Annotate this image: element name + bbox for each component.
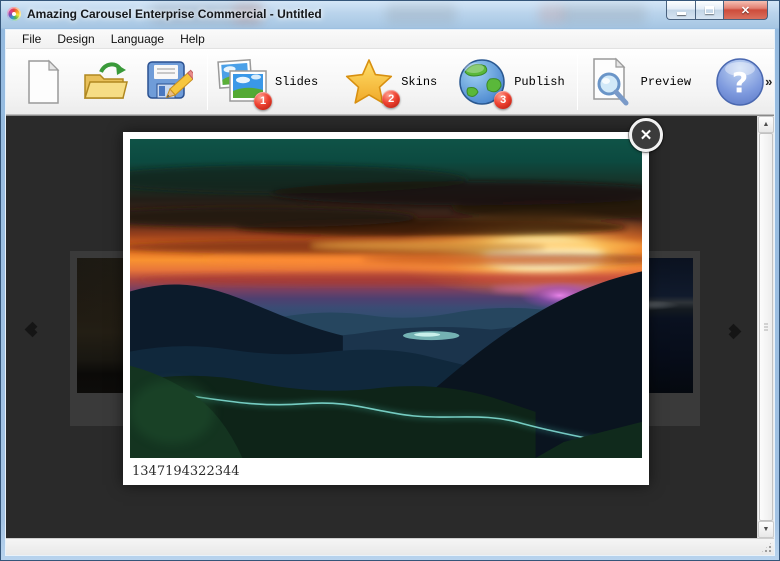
slides-label: Slides: [275, 75, 318, 89]
skins-label: Skins: [401, 75, 437, 89]
glass-reflection: [539, 4, 565, 24]
lightbox-caption: 1347194322344: [130, 458, 642, 485]
open-button[interactable]: [81, 58, 129, 106]
scroll-up-button[interactable]: ▲: [758, 116, 774, 133]
glass-reflection: [386, 4, 456, 24]
close-icon: ✕: [741, 4, 750, 17]
chevron-right-icon: [725, 323, 741, 339]
menu-file[interactable]: File: [14, 30, 49, 48]
carousel-prev-arrow[interactable]: [19, 316, 45, 342]
chevron-left-icon: [24, 321, 40, 337]
toolbar: 1 Slides 2 Skins: [6, 49, 774, 115]
toolbar-separator: [577, 54, 578, 110]
publish-badge: 3: [494, 91, 512, 109]
close-window-button[interactable]: ✕: [723, 1, 768, 20]
maximize-button[interactable]: [695, 1, 723, 20]
scroll-down-button[interactable]: ▼: [758, 521, 774, 538]
help-button[interactable]: ?: [715, 57, 765, 107]
resize-grip[interactable]: [760, 541, 773, 554]
skins-badge: 2: [382, 90, 400, 108]
lightbox-close-button[interactable]: ✕: [629, 118, 663, 152]
skins-star-icon: 2: [344, 58, 394, 106]
app-logo-swirl-icon: [7, 7, 21, 21]
carousel-next-arrow[interactable]: [720, 318, 746, 344]
window-title: Amazing Carousel Enterprise Commercial -…: [27, 7, 322, 21]
preview-magnifier-icon: [586, 57, 634, 107]
new-button[interactable]: [23, 59, 63, 105]
slides-badge: 1: [254, 92, 272, 110]
save-floppy-icon: [145, 58, 193, 106]
scrollbar-grip-icon: [764, 324, 768, 331]
scrollbar-thumb[interactable]: [759, 133, 773, 521]
preview-button[interactable]: Preview: [586, 57, 691, 107]
glass-reflection: [561, 4, 646, 24]
carousel-preview-canvas: 1347194322344 ✕: [6, 116, 757, 538]
close-icon: ✕: [640, 126, 653, 144]
statusbar: [6, 538, 774, 555]
toolbar-separator: [207, 54, 208, 110]
skins-button[interactable]: 2 Skins: [344, 58, 437, 106]
menu-help[interactable]: Help: [172, 30, 213, 48]
minimize-button[interactable]: [666, 1, 695, 20]
menu-language[interactable]: Language: [103, 30, 172, 48]
arrow-down-icon: ▼: [763, 526, 770, 533]
lightbox-photo-sunset-mountains[interactable]: [130, 139, 642, 458]
app-body: File Design Language Help: [5, 29, 775, 556]
preview-label: Preview: [641, 75, 691, 89]
lightbox-popup: 1347194322344 ✕: [123, 132, 649, 485]
new-document-icon: [23, 59, 63, 105]
open-folder-icon: [81, 58, 129, 106]
vertical-scrollbar[interactable]: ▲ ▼: [757, 116, 774, 538]
content-area: 1347194322344 ✕ ▲ ▼: [6, 115, 774, 538]
titlebar[interactable]: Amazing Carousel Enterprise Commercial -…: [1, 1, 779, 29]
slides-button[interactable]: 1 Slides: [216, 57, 318, 107]
publish-globe-icon: 3: [457, 57, 507, 107]
save-button[interactable]: [145, 58, 193, 106]
maximize-icon: [705, 6, 714, 14]
menu-design[interactable]: Design: [49, 30, 102, 48]
svg-text:?: ?: [732, 66, 748, 99]
window-controls: ✕: [666, 1, 768, 20]
application-window: Amazing Carousel Enterprise Commercial -…: [0, 0, 780, 561]
publish-label: Publish: [514, 75, 564, 89]
minimize-icon: [677, 12, 686, 15]
menubar: File Design Language Help: [6, 30, 774, 49]
arrow-up-icon: ▲: [763, 121, 770, 128]
publish-button[interactable]: 3 Publish: [457, 57, 564, 107]
help-question-icon: ?: [715, 57, 765, 107]
slides-photos-icon: 1: [216, 57, 268, 107]
toolbar-overflow-chevron[interactable]: »: [765, 74, 772, 89]
